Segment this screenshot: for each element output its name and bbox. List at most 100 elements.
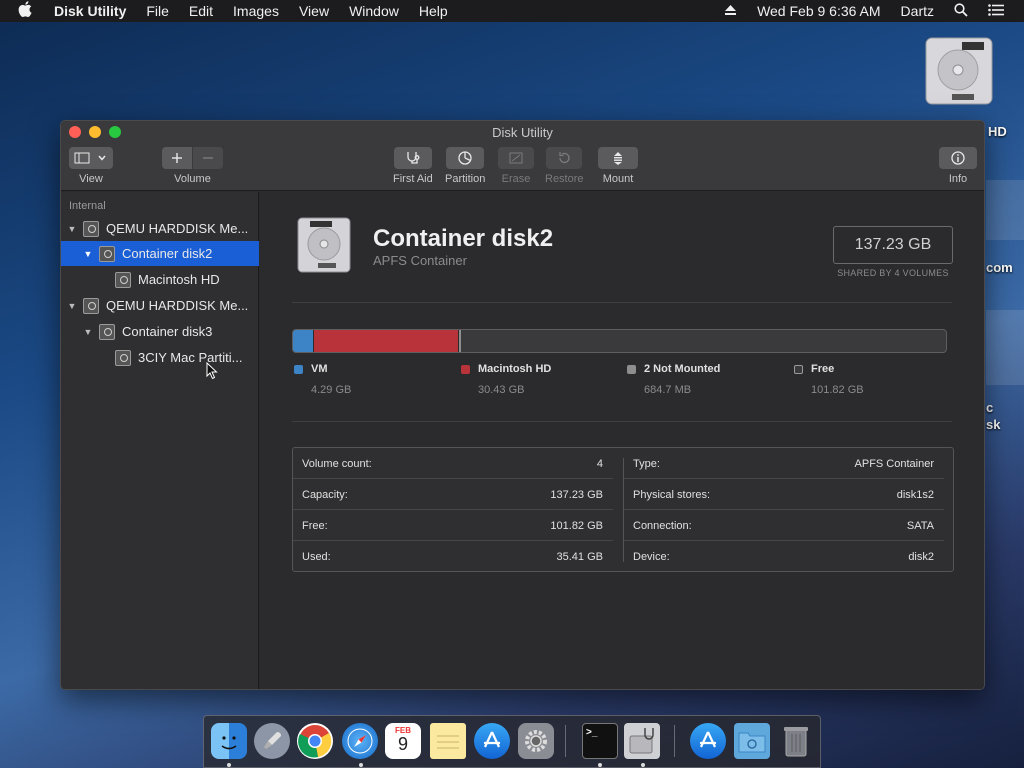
- usage-segment-macintosh-hd: [313, 330, 459, 352]
- disclosure-triangle-icon[interactable]: ▼: [83, 249, 93, 259]
- running-indicator: [359, 763, 363, 767]
- terminal-prompt: >_: [586, 727, 598, 738]
- mount-button[interactable]: [598, 147, 638, 169]
- legend-not-mounted: 2 Not Mounted 684.7 MB: [627, 363, 720, 396]
- menubar-user[interactable]: Dartz: [901, 3, 934, 19]
- launchpad-rocket-icon[interactable]: [254, 723, 290, 759]
- view-label: View: [79, 173, 103, 185]
- partition-tool: Partition: [445, 147, 485, 185]
- chrome-browser-icon[interactable]: [297, 723, 333, 759]
- legend-vm: VM 4.29 GB: [294, 363, 351, 396]
- legend-swatch: [294, 364, 303, 374]
- running-indicator: [641, 763, 645, 767]
- info-key: Volume count:: [302, 458, 372, 470]
- calendar-icon[interactable]: FEB 9: [385, 723, 421, 759]
- system-preferences-gear-icon[interactable]: [518, 723, 554, 759]
- spotlight-search-icon[interactable]: [954, 2, 968, 20]
- partition-pie-icon: [458, 151, 472, 165]
- sidebar-item-label: Macintosh HD: [138, 272, 220, 287]
- applications-folder-icon[interactable]: [690, 723, 726, 759]
- desktop-icon-fragment: [986, 310, 1024, 385]
- trash-icon[interactable]: [778, 723, 814, 759]
- disk-utility-icon[interactable]: [624, 723, 660, 759]
- running-indicator: [598, 763, 602, 767]
- legend-name: Macintosh HD: [478, 363, 552, 375]
- finder-icon[interactable]: [211, 723, 247, 759]
- erase-button[interactable]: [498, 147, 534, 169]
- legend-value: 684.7 MB: [644, 384, 692, 396]
- info-key: Type:: [633, 458, 660, 470]
- info-row-type: Type: APFS Container: [624, 448, 944, 479]
- legend-free: Free 101.82 GB: [794, 363, 864, 396]
- info-key: Physical stores:: [633, 489, 711, 501]
- menu-help[interactable]: Help: [419, 3, 448, 19]
- app-store-icon[interactable]: [474, 723, 510, 759]
- detail-pane: Container disk2 APFS Container 137.23 GB…: [260, 192, 984, 689]
- apple-menu-icon[interactable]: [18, 1, 42, 21]
- notification-center-icon[interactable]: [988, 3, 1004, 19]
- legend-value: 30.43 GB: [478, 384, 525, 396]
- safari-compass-icon[interactable]: [342, 723, 378, 759]
- legend-swatch: [627, 364, 636, 374]
- dock-separator: [565, 725, 566, 757]
- window-titlebar: Disk Utility View Volume First Aid Parti…: [61, 121, 984, 191]
- menubar-clock[interactable]: Wed Feb 9 6:36 AM: [757, 3, 880, 19]
- volume-label: Volume: [174, 173, 211, 185]
- container-disk-icon: [99, 245, 115, 262]
- shared-volumes-caption: SHARED BY 4 VOLUMES: [837, 268, 949, 278]
- first-aid-tool: First Aid: [393, 147, 433, 185]
- menu-images[interactable]: Images: [233, 3, 279, 19]
- sidebar-item-macintosh-hd[interactable]: Macintosh HD: [61, 267, 259, 292]
- add-volume-button[interactable]: [162, 147, 192, 169]
- notes-icon[interactable]: [430, 723, 466, 759]
- first-aid-label: First Aid: [393, 173, 433, 185]
- restore-button[interactable]: [546, 147, 583, 169]
- eject-icon[interactable]: [724, 3, 737, 19]
- menu-file[interactable]: File: [146, 3, 169, 19]
- restore-tool: Restore: [545, 147, 584, 185]
- desktop-hard-drive-icon[interactable]: [922, 34, 996, 108]
- menu-view[interactable]: View: [299, 3, 329, 19]
- erase-tool: Erase: [498, 147, 534, 185]
- sidebar-item-label: QEMU HARDDISK Me...: [106, 298, 249, 313]
- dock: FEB 9 >_: [203, 715, 821, 768]
- sidebar-item-container-disk2[interactable]: ▼ Container disk2: [61, 241, 259, 266]
- disclosure-triangle-icon[interactable]: ▼: [67, 224, 77, 234]
- terminal-icon[interactable]: >_: [582, 723, 618, 759]
- view-tool: View: [69, 147, 113, 185]
- mount-icon: [614, 152, 622, 165]
- remove-volume-button[interactable]: [193, 147, 223, 169]
- info-button[interactable]: [939, 147, 977, 169]
- separator: [292, 421, 952, 422]
- menu-window[interactable]: Window: [349, 3, 399, 19]
- info-key: Used:: [302, 551, 331, 563]
- sidebar-item-container-disk3[interactable]: ▼ Container disk3: [61, 319, 259, 344]
- mount-tool: Mount: [598, 147, 638, 185]
- info-value: 101.82 GB: [550, 520, 603, 532]
- info-key: Capacity:: [302, 489, 348, 501]
- sidebar-item-label: 3CIY Mac Partiti...: [138, 350, 243, 365]
- sidebar-item-3ciy-mac-partition[interactable]: 3CIY Mac Partiti...: [61, 345, 259, 370]
- sidebar-item-qemu-harddisk-1[interactable]: ▼ QEMU HARDDISK Me...: [61, 216, 259, 241]
- disclosure-triangle-icon[interactable]: ▼: [83, 327, 93, 337]
- restore-arrow-icon: [559, 152, 570, 164]
- window-title: Disk Utility: [492, 125, 553, 140]
- sidebar-item-qemu-harddisk-2[interactable]: ▼ QEMU HARDDISK Me...: [61, 293, 259, 318]
- info-icon: [951, 151, 965, 165]
- disclosure-triangle-icon[interactable]: ▼: [67, 301, 77, 311]
- sidebar-item-label: Container disk3: [122, 324, 213, 339]
- menu-edit[interactable]: Edit: [189, 3, 213, 19]
- partition-button[interactable]: [446, 147, 485, 169]
- info-row-capacity: Capacity: 137.23 GB: [293, 479, 613, 510]
- info-key: Free:: [302, 520, 328, 532]
- first-aid-button[interactable]: [393, 147, 432, 169]
- sidebar-item-label: QEMU HARDDISK Me...: [106, 221, 249, 236]
- erase-label: Erase: [501, 173, 531, 185]
- usage-bar: [292, 329, 947, 353]
- menu-app-name[interactable]: Disk Utility: [54, 3, 126, 19]
- info-row-connection: Connection: SATA: [624, 510, 944, 541]
- downloads-folder-icon[interactable]: [734, 723, 770, 759]
- info-column-left: Volume count: 4 Capacity: 137.23 GB Free: 1…: [293, 448, 613, 572]
- container-subtitle: APFS Container: [373, 253, 467, 268]
- view-button[interactable]: [69, 147, 113, 169]
